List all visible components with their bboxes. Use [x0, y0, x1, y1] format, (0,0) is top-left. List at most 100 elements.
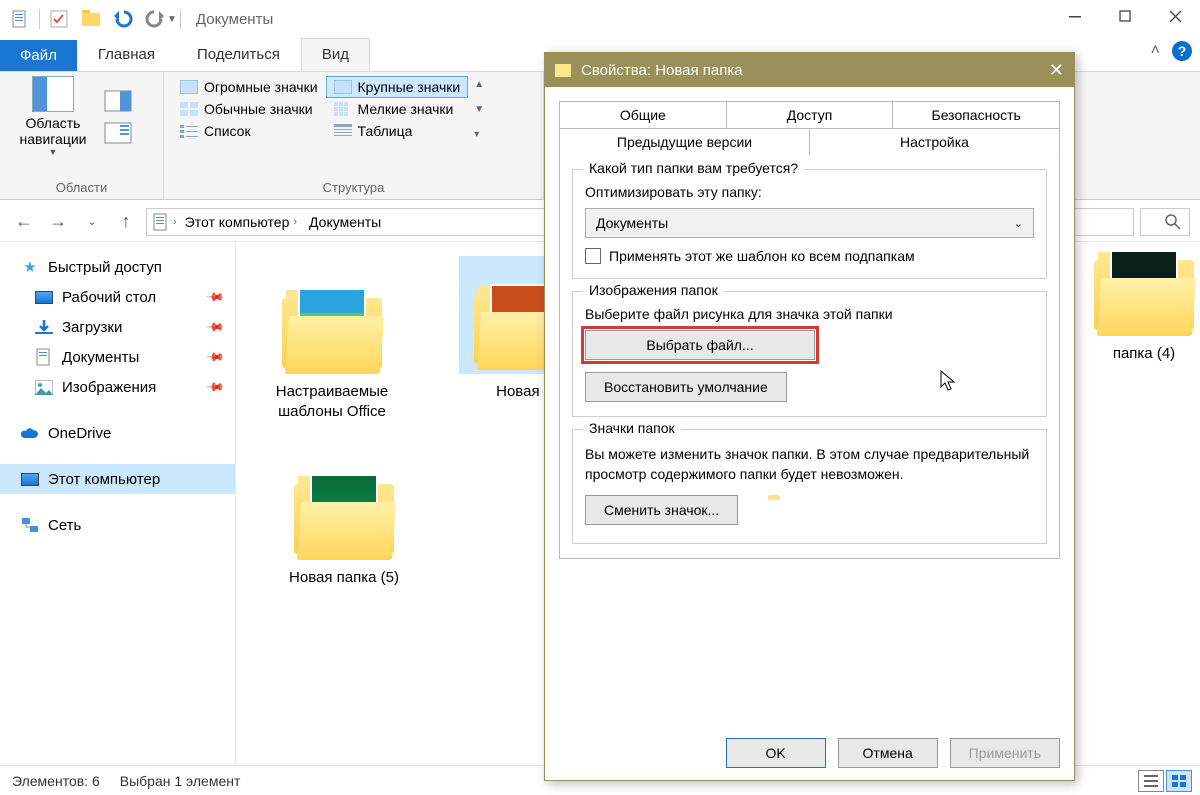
computer-icon — [20, 470, 40, 488]
dialog-title: Свойства: Новая папка — [581, 62, 743, 79]
struct-scroll-up[interactable]: ▲ — [474, 79, 484, 90]
nav-back[interactable]: ← — [10, 208, 38, 236]
title-bar: ▼ Документы — [0, 0, 1200, 38]
choose-file-label: Выберите файл рисунка для значка этой па… — [585, 306, 1034, 322]
file-item[interactable]: папка (4) — [1094, 256, 1194, 364]
nav-history[interactable]: ⌄ — [78, 208, 106, 236]
checklist-icon — [50, 10, 68, 28]
undo-icon — [112, 8, 134, 30]
maximize-button[interactable] — [1100, 0, 1150, 32]
sidebar-network[interactable]: Сеть — [0, 510, 235, 540]
group-legend: Значки папок — [583, 420, 681, 436]
tab-file[interactable]: Файл — [0, 40, 77, 71]
cancel-button[interactable]: Отмена — [838, 738, 938, 768]
file-item[interactable]: Новая папка (5) — [260, 442, 428, 588]
view-medium[interactable]: Обычные значки — [172, 98, 326, 120]
tab-home[interactable]: Главная — [77, 38, 176, 71]
status-selected: Выбран 1 элемент — [120, 773, 241, 789]
sidebar-onedrive[interactable]: OneDrive — [0, 418, 235, 448]
tab-share[interactable]: Поделиться — [176, 38, 301, 71]
dialog-tab-content: Какой тип папки вам требуется? Оптимизир… — [559, 154, 1060, 559]
restore-default-button[interactable]: Восстановить умолчание — [585, 372, 787, 402]
optimize-label: Оптимизировать эту папку: — [585, 184, 1034, 200]
choose-file-button[interactable]: Выбрать файл... — [585, 330, 815, 360]
view-small[interactable]: Мелкие значки — [326, 98, 469, 120]
file-item[interactable]: Настраиваемые шаблоны Office — [248, 256, 416, 421]
ribbon-collapse[interactable]: ˄ — [1151, 42, 1160, 60]
document-icon — [12, 10, 28, 28]
tab-sharing[interactable]: Доступ — [726, 101, 893, 128]
qat-properties-icon[interactable] — [45, 5, 73, 33]
group-struct-label: Структура — [172, 180, 535, 197]
crumb-this-pc[interactable]: Этот компьютер› — [181, 214, 301, 230]
qat-newfolder-icon[interactable] — [77, 5, 105, 33]
group-panels-label: Области — [8, 180, 155, 197]
group-legend: Изображения папок — [583, 282, 724, 298]
tab-previous-versions[interactable]: Предыдущие версии — [559, 128, 809, 155]
help-icon[interactable]: ? — [1172, 41, 1192, 61]
properties-dialog: Свойства: Новая папка ✕ Общие Доступ Без… — [544, 52, 1075, 781]
group-folder-type: Какой тип папки вам требуется? Оптимизир… — [572, 169, 1047, 279]
maximize-icon — [1119, 10, 1131, 22]
apply-subfolders-checkbox[interactable]: Применять этот же шаблон ко всем подпапк… — [585, 248, 1034, 264]
group-legend: Какой тип папки вам требуется? — [583, 160, 804, 176]
minimize-icon — [1069, 10, 1081, 22]
sidebar-desktop[interactable]: Рабочий стол📌 — [0, 282, 235, 312]
sidebar-this-pc[interactable]: Этот компьютер — [0, 464, 235, 494]
sidebar-downloads[interactable]: Загрузки📌 — [0, 312, 235, 342]
view-details-toggle[interactable] — [1138, 770, 1164, 792]
document-icon — [153, 213, 169, 231]
redo-icon — [144, 8, 166, 30]
change-icon-button[interactable]: Сменить значок... — [585, 495, 738, 525]
sidebar-documents[interactable]: Документы📌 — [0, 342, 235, 372]
pictures-icon — [34, 378, 54, 396]
view-icons-toggle[interactable] — [1166, 770, 1192, 792]
tab-customize[interactable]: Настройка — [809, 128, 1060, 156]
close-icon — [1169, 10, 1182, 23]
qat-undo[interactable] — [109, 5, 137, 33]
struct-scroll-down[interactable]: ▼ — [474, 104, 484, 115]
redo-dropdown[interactable]: ▼ — [167, 14, 177, 25]
preview-pane-button[interactable] — [104, 90, 132, 112]
pin-icon: 📌 — [205, 347, 225, 367]
dialog-titlebar[interactable]: Свойства: Новая папка ✕ — [545, 53, 1074, 87]
divider — [180, 9, 181, 29]
crumb-documents[interactable]: Документы — [305, 214, 385, 230]
nav-pane-button[interactable]: Область навигации ▼ — [8, 76, 98, 157]
tab-security[interactable]: Безопасность — [892, 101, 1060, 128]
window-title: Документы — [196, 11, 273, 28]
folder-icon — [82, 13, 100, 26]
sidebar: ★Быстрый доступ Рабочий стол📌 Загрузки📌 … — [0, 242, 236, 765]
pin-icon: 📌 — [205, 317, 225, 337]
dialog-buttons: OK Отмена Применить — [545, 730, 1074, 780]
nav-forward[interactable]: → — [44, 208, 72, 236]
nav-up[interactable]: ↑ — [112, 208, 140, 236]
view-large[interactable]: Крупные значки — [326, 76, 469, 98]
dialog-close[interactable]: ✕ — [1049, 60, 1064, 81]
tab-view[interactable]: Вид — [301, 38, 370, 71]
tab-general[interactable]: Общие — [559, 101, 726, 128]
close-button[interactable] — [1150, 0, 1200, 32]
view-list[interactable]: Список — [172, 120, 326, 142]
group-folder-pictures: Изображения папок Выберите файл рисунка … — [572, 291, 1047, 417]
apply-button[interactable]: Применить — [950, 738, 1060, 768]
minimize-button[interactable] — [1050, 0, 1100, 32]
folder-icon — [555, 64, 571, 77]
status-count: Элементов: 6 — [12, 773, 100, 789]
view-details[interactable]: Таблица — [326, 120, 469, 142]
optimize-dropdown[interactable]: Документы ⌄ — [585, 208, 1034, 238]
details-pane-button[interactable] — [104, 122, 132, 144]
view-extralarge[interactable]: Огромные значки — [172, 76, 326, 98]
qat-redo[interactable] — [141, 5, 169, 33]
chevron-down-icon: ⌄ — [1014, 217, 1023, 230]
documents-icon — [34, 348, 54, 366]
sidebar-quick-access[interactable]: ★Быстрый доступ — [0, 252, 235, 282]
nav-pane-label: Область навигации — [8, 115, 98, 147]
folder-icon-preview — [766, 495, 806, 529]
sidebar-pictures[interactable]: Изображения📌 — [0, 372, 235, 402]
ok-button[interactable]: OK — [726, 738, 826, 768]
search-box[interactable] — [1140, 208, 1190, 236]
struct-gallery-expand[interactable]: ▾ — [474, 129, 484, 140]
search-icon — [1165, 214, 1181, 230]
network-icon — [20, 516, 40, 534]
